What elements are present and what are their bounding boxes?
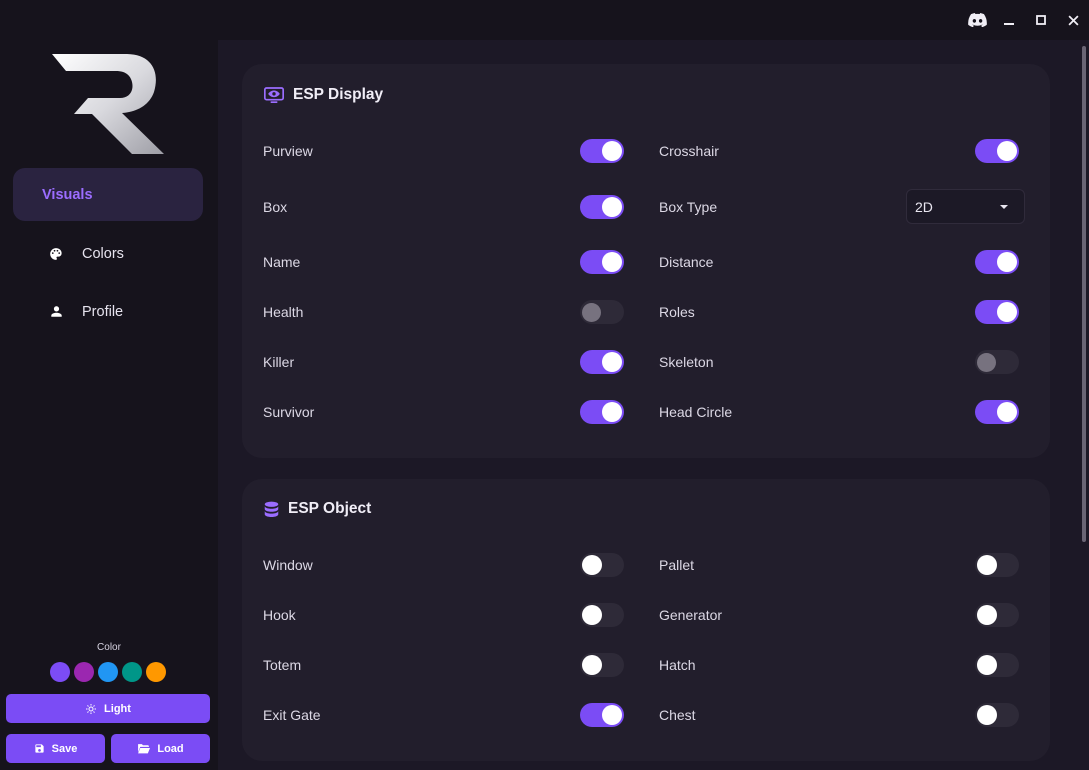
crosshair-toggle[interactable] xyxy=(975,139,1019,163)
caret-down-icon xyxy=(1000,204,1008,209)
box-type-select[interactable]: 2D xyxy=(906,189,1025,224)
purview-label: Purview xyxy=(263,143,313,159)
person-icon xyxy=(46,305,66,318)
skeleton-label: Skeleton xyxy=(659,354,714,370)
box-type-label: Box Type xyxy=(659,199,718,215)
discord-button[interactable] xyxy=(961,0,993,40)
sidebar-item-colors[interactable]: Colors xyxy=(13,227,203,280)
window-controls xyxy=(961,0,1089,40)
skeleton-toggle[interactable] xyxy=(975,350,1019,374)
swatch-teal[interactable] xyxy=(122,662,142,682)
roles-toggle[interactable] xyxy=(975,300,1019,324)
head-circle-toggle[interactable] xyxy=(975,400,1019,424)
killer-toggle[interactable] xyxy=(580,350,624,374)
head-circle-label: Head Circle xyxy=(659,404,733,420)
survivor-toggle[interactable] xyxy=(580,400,624,424)
survivor-label: Survivor xyxy=(263,404,315,420)
maximize-icon xyxy=(1036,15,1046,25)
scrollbar[interactable] xyxy=(1082,46,1086,542)
sidebar-item-profile[interactable]: Profile xyxy=(13,285,203,338)
box-toggle[interactable] xyxy=(580,195,624,219)
maximize-button[interactable] xyxy=(1025,0,1057,40)
purview-toggle[interactable] xyxy=(580,139,624,163)
esp-display-card: ESP Display xyxy=(242,64,1050,458)
title-bar xyxy=(218,0,1089,40)
swatch-orange[interactable] xyxy=(146,662,166,682)
health-toggle[interactable] xyxy=(580,300,624,324)
save-button-label: Save xyxy=(51,742,78,755)
hook-label: Hook xyxy=(263,607,296,623)
swatch-blue[interactable] xyxy=(98,662,118,682)
generator-toggle[interactable] xyxy=(975,603,1019,627)
folder-open-icon xyxy=(138,744,151,754)
sidebar-item-label: Visuals xyxy=(42,186,93,203)
save-icon xyxy=(35,744,44,753)
sidebar: Visuals Colors Profile Color Light Save … xyxy=(0,0,218,770)
totem-toggle[interactable] xyxy=(580,653,624,677)
app-logo xyxy=(52,54,164,154)
roles-label: Roles xyxy=(659,304,695,320)
box-label: Box xyxy=(263,199,288,215)
close-button[interactable] xyxy=(1057,0,1089,40)
palette-icon xyxy=(46,247,66,261)
esp-display-title: ESP Display xyxy=(293,86,384,103)
swatch-magenta[interactable] xyxy=(74,662,94,682)
exit-gate-toggle[interactable] xyxy=(580,703,624,727)
esp-object-card: ESP Object xyxy=(242,479,1050,761)
load-button-label: Load xyxy=(157,742,184,755)
minimize-button[interactable] xyxy=(993,0,1025,40)
exit-gate-label: Exit Gate xyxy=(263,707,321,723)
minimize-icon xyxy=(1004,23,1014,25)
hatch-toggle[interactable] xyxy=(975,653,1019,677)
crosshair-label: Crosshair xyxy=(659,143,719,159)
sidebar-item-label: Colors xyxy=(82,245,124,262)
sun-icon xyxy=(86,703,97,714)
monitor-eye-icon xyxy=(264,86,284,103)
save-button[interactable]: Save xyxy=(6,734,105,763)
window-toggle[interactable] xyxy=(580,553,624,577)
distance-toggle[interactable] xyxy=(975,250,1019,274)
color-label: Color xyxy=(97,642,121,653)
totem-label: Totem xyxy=(263,657,302,673)
hatch-label: Hatch xyxy=(659,657,696,673)
discord-icon xyxy=(967,13,987,27)
pallet-label: Pallet xyxy=(659,557,695,573)
pallet-toggle[interactable] xyxy=(975,553,1019,577)
color-swatches xyxy=(50,662,166,682)
close-icon xyxy=(1067,14,1079,26)
chest-toggle[interactable] xyxy=(975,703,1019,727)
esp-object-title: ESP Object xyxy=(288,500,372,517)
esp-object-header: ESP Object xyxy=(264,500,371,518)
hook-toggle[interactable] xyxy=(580,603,624,627)
killer-label: Killer xyxy=(263,354,295,370)
sidebar-item-label: Profile xyxy=(82,303,124,320)
sidebar-item-visuals[interactable]: Visuals xyxy=(13,168,203,221)
box-type-value: 2D xyxy=(915,198,933,215)
window-label: Window xyxy=(263,557,313,573)
esp-display-header: ESP Display xyxy=(264,86,383,104)
name-label: Name xyxy=(263,254,301,270)
health-label: Health xyxy=(263,304,304,320)
load-button[interactable]: Load xyxy=(111,734,210,763)
name-toggle[interactable] xyxy=(580,250,624,274)
swatch-purple[interactable] xyxy=(50,662,70,682)
distance-label: Distance xyxy=(659,254,714,270)
chest-label: Chest xyxy=(659,707,696,723)
theme-light-button[interactable]: Light xyxy=(6,694,210,723)
theme-button-label: Light xyxy=(104,702,131,715)
generator-label: Generator xyxy=(659,607,723,623)
database-icon xyxy=(264,501,279,517)
